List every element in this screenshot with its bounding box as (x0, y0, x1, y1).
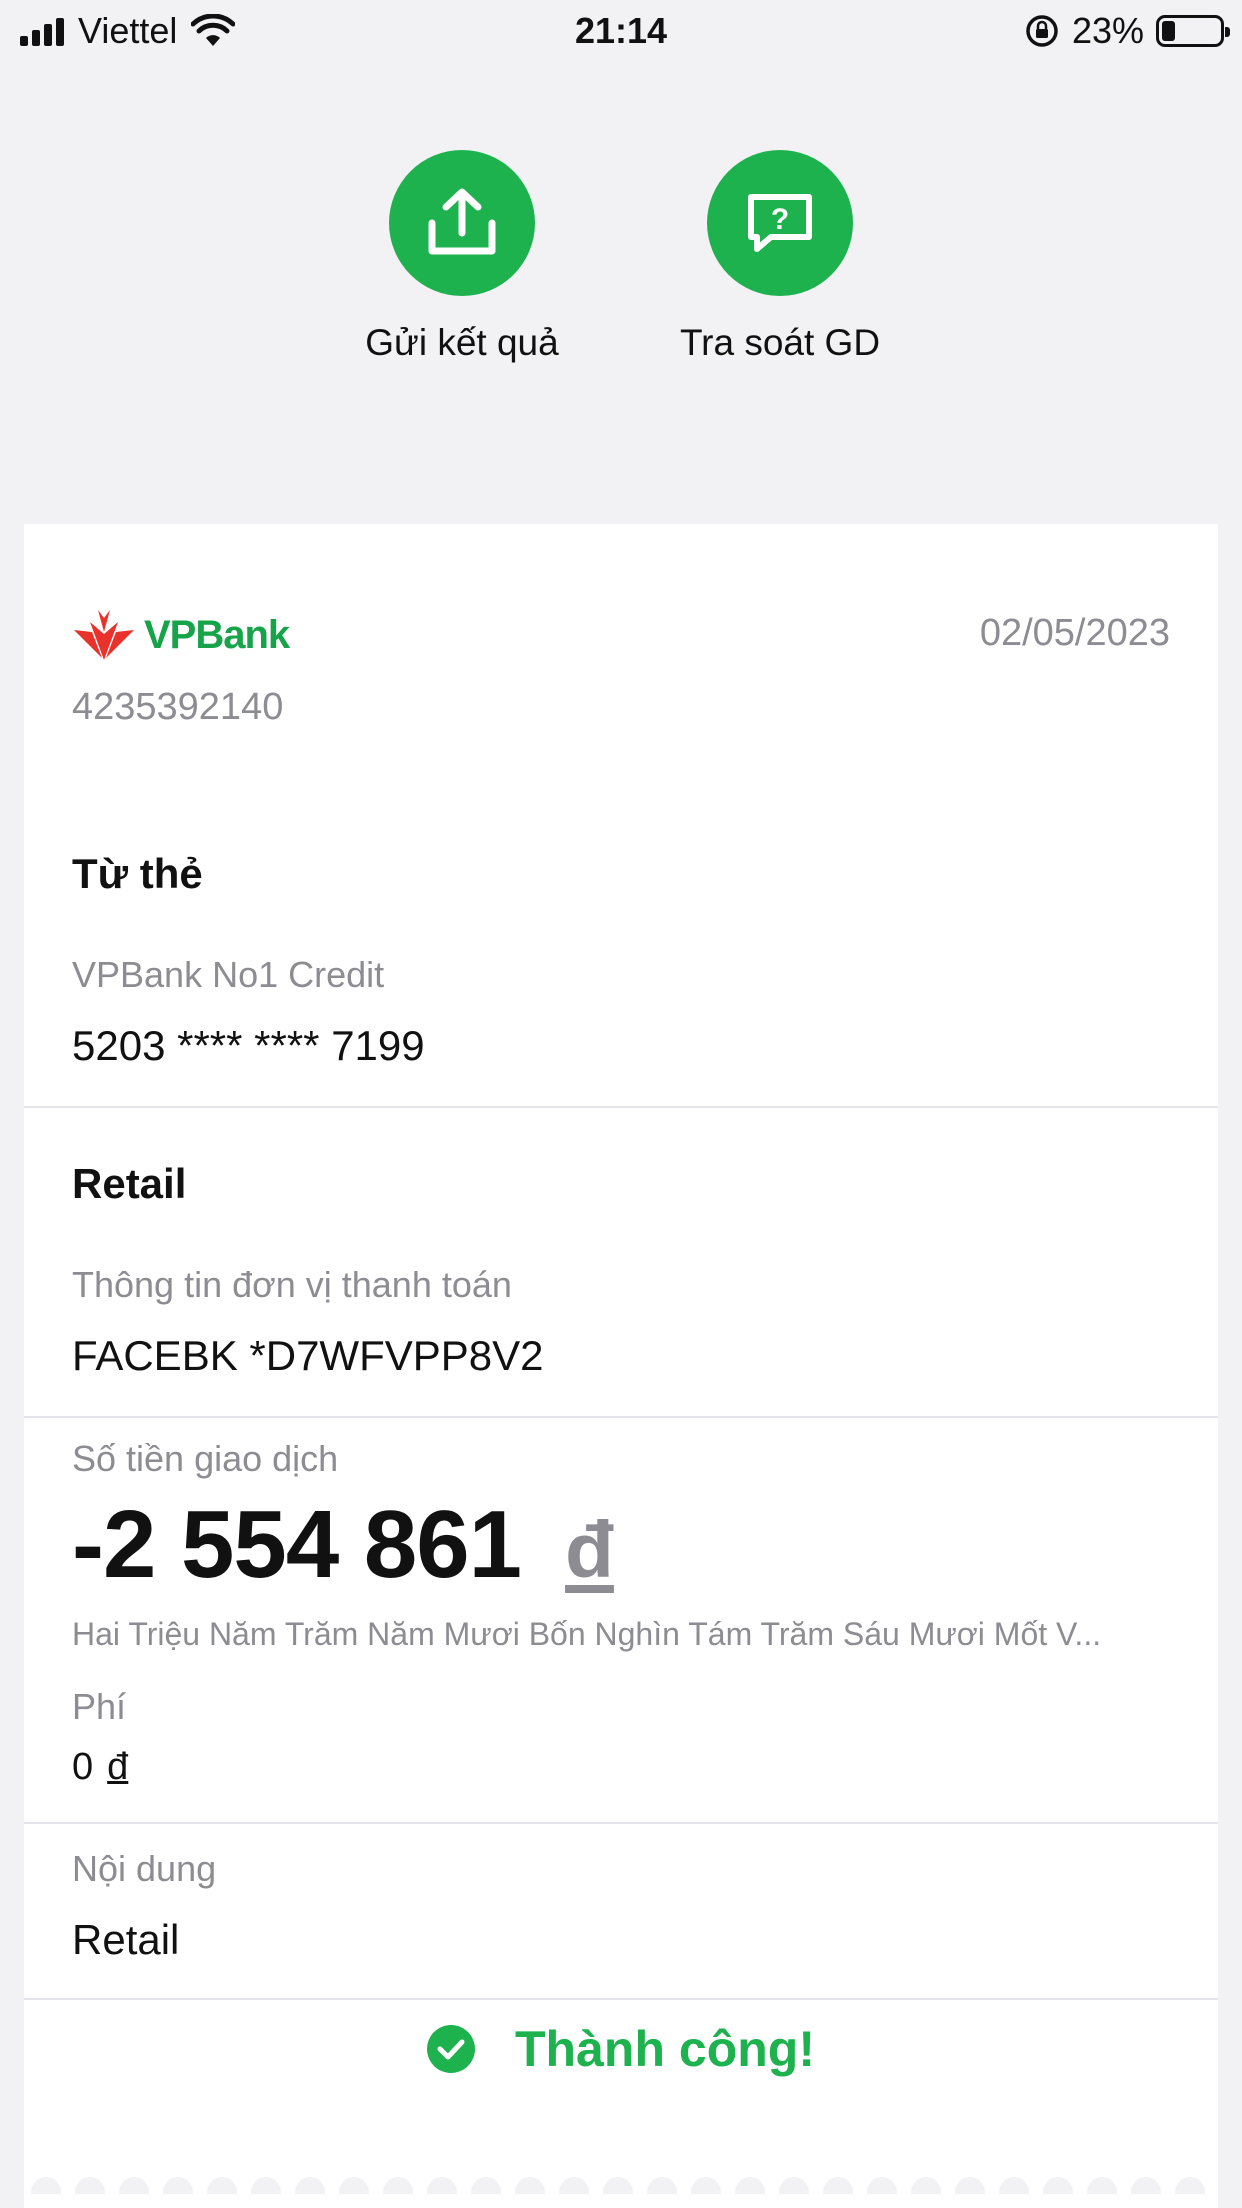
bank-name: VPBank (144, 612, 290, 657)
receipt-scallop (207, 2177, 237, 2194)
receipt-scallop (31, 2177, 61, 2194)
amount-currency: đ (565, 1505, 614, 1594)
divider (24, 1998, 1218, 2000)
inquiry-button[interactable]: ? Tra soát GD (650, 150, 910, 364)
transaction-receipt-screen: Viettel 21:14 23% Gửi kết quả ? Tra soát… (0, 0, 1242, 2208)
from-card-title: Từ thẻ (72, 850, 203, 897)
receipt-scallop (339, 2177, 369, 2194)
status-bar: Viettel 21:14 23% (0, 0, 1242, 64)
rotation-lock-icon (1026, 15, 1058, 47)
receipt-scallop (691, 2177, 721, 2194)
fee-label: Phí (72, 1686, 127, 1727)
amount-label: Số tiền giao dịch (72, 1438, 339, 1479)
question-chat-icon: ? (748, 194, 812, 252)
fee-value: 0 (72, 1746, 94, 1788)
receipt-scallop (911, 2177, 941, 2194)
content-label: Nội dung (72, 1848, 217, 1889)
receipt-scallop (1043, 2177, 1073, 2194)
receipt-scallop (999, 2177, 1029, 2194)
merchant-label: Thông tin đơn vị thanh toán (72, 1264, 512, 1305)
receipt-scallop (163, 2177, 193, 2194)
transaction-id: 4235392140 (72, 686, 284, 728)
check-circle-icon (427, 2025, 476, 2073)
amount-row: -2 554 861 đ (72, 1490, 614, 1600)
share-upload-icon (428, 188, 496, 255)
receipt-scallop (427, 2177, 457, 2194)
receipt-scallop (1087, 2177, 1117, 2194)
merchant-value: FACEBK *D7WFVPP8V2 (72, 1332, 544, 1379)
receipt-scallop (471, 2177, 501, 2194)
svg-text:?: ? (771, 203, 789, 236)
receipt-scallop (735, 2177, 765, 2194)
receipt-scallop (1131, 2177, 1161, 2194)
fee-row: 0đ (72, 1746, 128, 1789)
receipt-scallop (295, 2177, 325, 2194)
amount-value: -2 554 861 (72, 1491, 522, 1598)
send-result-label: Gửi kết quả (365, 322, 559, 363)
receipt-scallop (1175, 2177, 1205, 2194)
receipt-bottom-edge (31, 2177, 1205, 2194)
status-success: Thành công! (24, 2020, 1218, 2078)
divider (24, 1106, 1218, 1108)
card-number: 5203 **** **** 7199 (72, 1022, 425, 1069)
inquiry-label: Tra soát GD (679, 322, 881, 363)
send-result-button[interactable]: Gửi kết quả (332, 150, 592, 364)
merchant-title: Retail (72, 1160, 187, 1207)
battery-icon (1156, 15, 1230, 47)
receipt-scallop (955, 2177, 985, 2194)
amount-in-words: Hai Triệu Năm Trăm Năm Mươi Bốn Nghìn Tá… (72, 1616, 1102, 1652)
receipt-scallop (251, 2177, 281, 2194)
receipt-scallop (779, 2177, 809, 2194)
card-name: VPBank No1 Credit (72, 954, 385, 995)
receipt-scallop (75, 2177, 105, 2194)
battery-percent: 23% (1071, 10, 1144, 51)
receipt-scallop (119, 2177, 149, 2194)
receipt-scallop (603, 2177, 633, 2194)
inquiry-circle[interactable]: ? (707, 150, 853, 296)
receipt-scallop (515, 2177, 545, 2194)
content-value: Retail (72, 1916, 180, 1963)
status-right: 23% (1024, 10, 1230, 52)
transaction-date: 02/05/2023 (979, 612, 1170, 654)
bank-logo: VPBank (72, 608, 290, 662)
divider (24, 1416, 1218, 1418)
divider (24, 1822, 1218, 1824)
receipt-scallop (647, 2177, 677, 2194)
receipt-scallop (867, 2177, 897, 2194)
vpbank-flower-icon (74, 610, 134, 660)
send-result-circle[interactable] (389, 150, 535, 296)
receipt-scallop (823, 2177, 853, 2194)
battery-fill (1162, 21, 1175, 41)
receipt-scallop (559, 2177, 589, 2194)
receipt-scallop (383, 2177, 413, 2194)
status-text: Thành công! (515, 2021, 815, 2077)
fee-currency: đ (107, 1746, 129, 1788)
receipt-card: VPBank 02/05/2023 4235392140 Từ thẻ VPBa… (24, 524, 1218, 2208)
